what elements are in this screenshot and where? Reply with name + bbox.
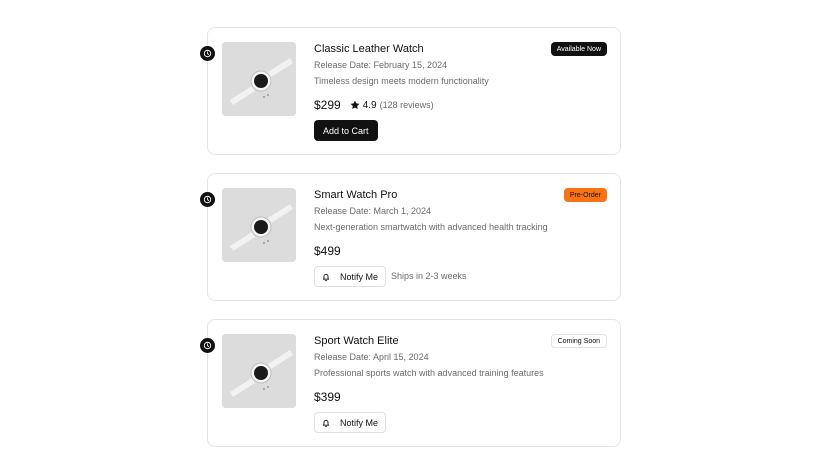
release-date: Release Date: February 15, 2024 [314, 60, 448, 70]
product-image[interactable] [222, 188, 296, 262]
notify-me-button[interactable]: Notify Me [314, 412, 387, 433]
product-image[interactable] [222, 334, 296, 408]
product-card: Sport Watch Elite Release Date: April 15… [200, 319, 621, 447]
review-count: (128 reviews) [379, 100, 434, 110]
product-description: Timeless design meets modern functionali… [314, 76, 489, 86]
clock-icon [200, 338, 215, 353]
rating: 4.9 (128 reviews) [350, 100, 434, 111]
notify-me-label: Notify Me [340, 417, 379, 428]
product-price: $499 [314, 244, 341, 258]
product-image[interactable] [222, 42, 296, 116]
product-price: $399 [314, 390, 341, 404]
product-card: Classic Leather Watch Release Date: Febr… [200, 27, 621, 155]
release-date: Release Date: March 1, 2024 [314, 206, 432, 216]
add-to-cart-button[interactable]: Add to Cart [314, 120, 378, 141]
rating-value: 4.9 [362, 99, 377, 111]
status-badge: Pre-Order [563, 188, 607, 202]
status-badge: Available Now [550, 42, 607, 56]
clock-icon [200, 46, 215, 61]
release-date: Release Date: April 15, 2024 [314, 352, 429, 362]
shipping-estimate: Ships in 2-3 weeks [391, 271, 467, 281]
product-description: Next-generation smartwatch with advanced… [314, 222, 548, 232]
clock-icon [200, 192, 215, 207]
status-badge: Coming Soon [550, 334, 607, 348]
star-icon [350, 100, 360, 109]
notify-me-button[interactable]: Notify Me [314, 266, 387, 287]
product-card: Smart Watch Pro Release Date: March 1, 2… [200, 173, 621, 301]
product-description: Professional sports watch with advanced … [314, 368, 544, 378]
bell-icon [322, 419, 330, 427]
notify-me-label: Notify Me [340, 271, 379, 282]
product-title: Smart Watch Pro [314, 189, 398, 201]
product-price: $299 [314, 98, 341, 112]
bell-icon [322, 273, 330, 281]
